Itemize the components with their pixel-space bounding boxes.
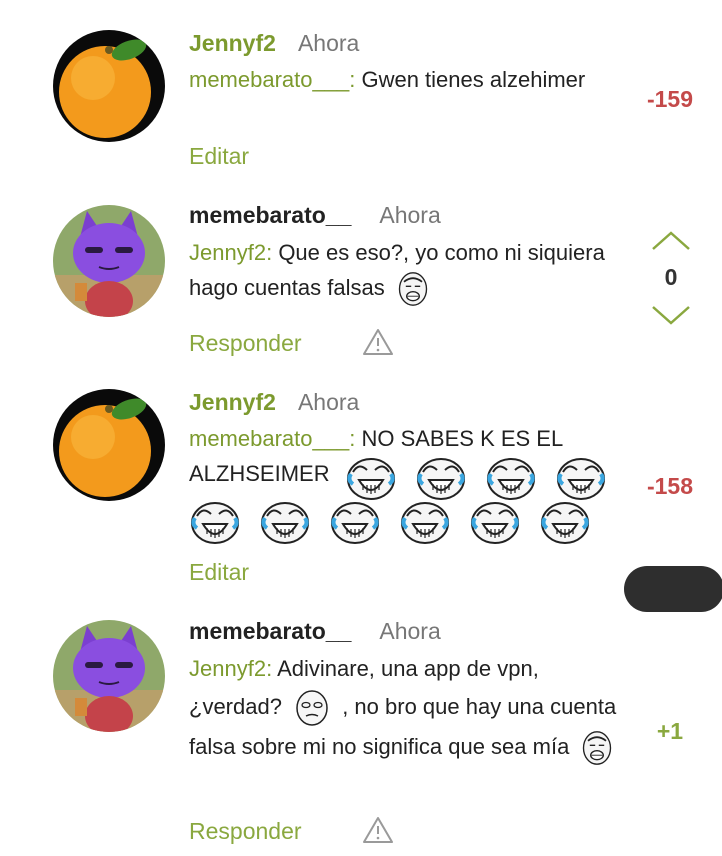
comment-message: Gwen tienes alzehimer — [361, 67, 586, 92]
comment-header: Jennyf2 Ahora — [189, 389, 359, 416]
author-name[interactable]: memebarato__ — [189, 618, 351, 644]
laughing-crying-meme-icon — [345, 456, 397, 502]
comment-text: memebarato___: Gwen tienes alzehimer — [189, 67, 586, 92]
orange-avatar[interactable] — [53, 389, 165, 501]
author-name[interactable]: Jennyf2 — [189, 389, 276, 415]
timestamp: Ahora — [379, 618, 441, 644]
chevron-down-icon[interactable] — [650, 304, 692, 326]
comment-text: Jennyf2: Que es eso?, yo como ni siquier… — [189, 235, 629, 307]
laughing-crying-meme-icon — [259, 500, 311, 546]
yao-ming-meme-icon — [395, 271, 431, 307]
timestamp: Ahora — [379, 202, 441, 228]
reply-button[interactable]: Responder — [189, 818, 302, 845]
laughing-crying-meme-icon — [329, 500, 381, 546]
comment-header: memebarato__ Ahora — [189, 202, 441, 229]
warning-triangle-icon[interactable] — [362, 328, 394, 356]
vote-score: +1 — [656, 718, 684, 744]
edit-button[interactable]: Editar — [189, 559, 249, 586]
mention-link[interactable]: Jennyf2 — [189, 240, 266, 265]
reply-button[interactable]: Responder — [189, 330, 302, 357]
comment-text: Jennyf2: Adivinare, una app de vpn, ¿ver… — [189, 650, 629, 766]
author-name[interactable]: memebarato__ — [189, 202, 351, 228]
purple-cat-avatar[interactable] — [53, 205, 165, 317]
orange-avatar[interactable] — [53, 30, 165, 142]
edit-button[interactable]: Editar — [189, 143, 249, 170]
skeptical-meme-icon — [292, 688, 332, 728]
chevron-up-icon[interactable] — [650, 230, 692, 252]
mention-link[interactable]: memebarato___ — [189, 426, 349, 451]
laughing-crying-meme-icon — [485, 456, 537, 502]
laughing-crying-meme-icon — [399, 500, 451, 546]
comment-header: Jennyf2 Ahora — [189, 30, 359, 57]
mention-link[interactable]: Jennyf2 — [189, 656, 266, 681]
vote-score: -158 — [646, 473, 694, 499]
laughing-crying-meme-icon — [189, 500, 241, 546]
laughing-crying-meme-icon — [539, 500, 591, 546]
emoji-row-1 — [336, 456, 616, 502]
laughing-crying-meme-icon — [469, 500, 521, 546]
laughing-crying-meme-icon — [555, 456, 607, 502]
warning-triangle-icon[interactable] — [362, 816, 394, 844]
mention-link[interactable]: memebarato___ — [189, 67, 349, 92]
emoji-row-2 — [180, 500, 600, 546]
comment-header: memebarato__ Ahora — [189, 618, 441, 645]
timestamp: Ahora — [297, 389, 360, 415]
author-name[interactable]: Jennyf2 — [189, 30, 276, 56]
laughing-crying-meme-icon — [415, 456, 467, 502]
vote-score: -159 — [646, 86, 694, 112]
timestamp: Ahora — [297, 30, 360, 56]
purple-cat-avatar[interactable] — [53, 620, 165, 732]
vote-score: 0 — [664, 264, 678, 290]
overlay-blob — [624, 566, 722, 612]
yao-ming-meme-icon — [579, 730, 615, 766]
